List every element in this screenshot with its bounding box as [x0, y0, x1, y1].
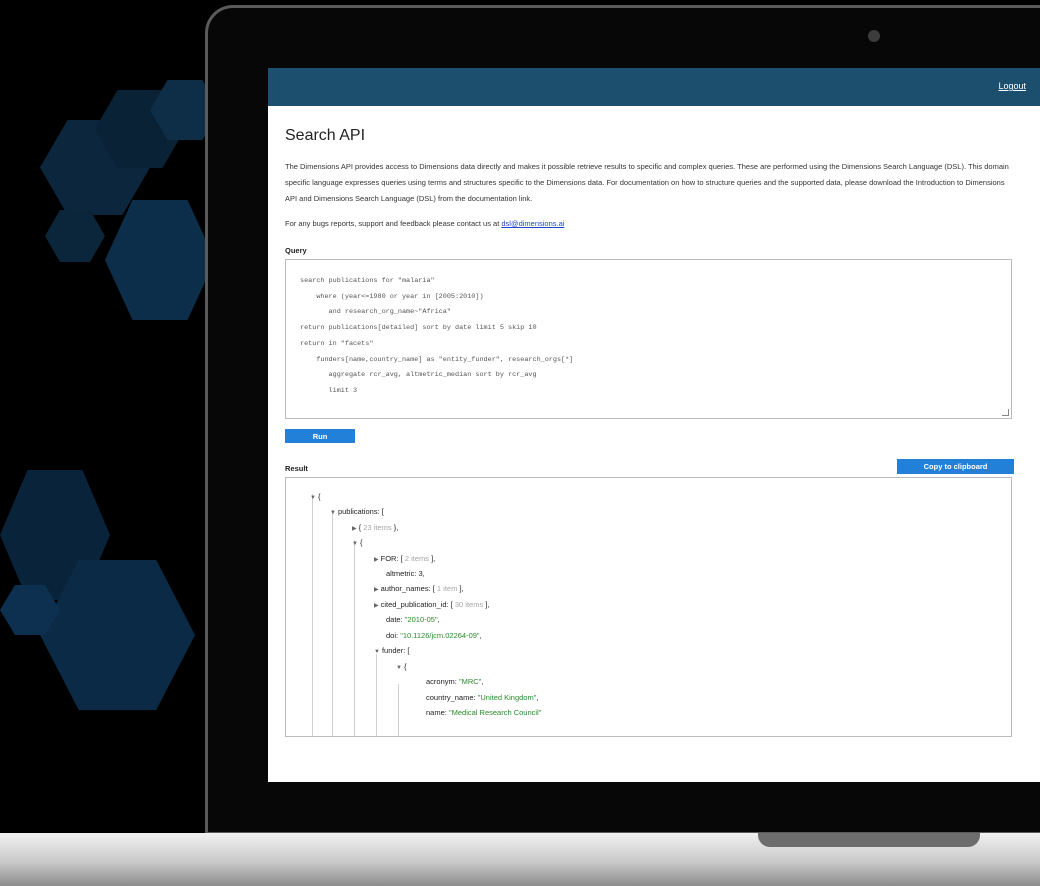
resize-handle-icon[interactable] — [1002, 409, 1009, 416]
collapse-triangle-icon[interactable]: ▼ — [396, 665, 402, 671]
result-label: Result — [285, 464, 308, 473]
contact-email-link[interactable]: dsl@dimensions.ai — [501, 219, 564, 228]
contact-text: For any bugs reports, support and feedba… — [285, 219, 1014, 228]
json-line: acronym: "MRC", — [426, 677, 484, 686]
json-line: country_name: "United Kingdom", — [426, 693, 539, 702]
json-line[interactable]: ▼ funder: [ — [374, 644, 409, 659]
collapse-triangle-icon[interactable]: ▼ — [330, 510, 336, 516]
page-title: Search API — [285, 127, 366, 144]
expand-triangle-icon[interactable]: ▶ — [374, 557, 379, 563]
query-line: where (year<=1980 or year in [2005:2010]… — [300, 292, 484, 301]
json-line: doi: "10.1126/jcm.02264-09", — [386, 631, 482, 640]
query-label: Query — [285, 246, 307, 255]
json-line[interactable]: ▶ cited_publication_id: [ 30 items ], — [374, 598, 489, 613]
json-line[interactable]: ▼{ — [352, 536, 362, 551]
query-line: and research_org_name~"Africa" — [300, 308, 451, 317]
json-line[interactable]: ▶{ 23 items }, — [352, 521, 398, 536]
json-line: name: "Medical Research Council" — [426, 708, 542, 717]
indent-guide — [376, 654, 377, 736]
indent-guide — [354, 540, 355, 736]
contact-prefix: For any bugs reports, support and feedba… — [285, 219, 502, 228]
query-line: funders[name,country_name] as "entity_fu… — [300, 355, 574, 364]
top-navbar: Logout — [268, 68, 1040, 106]
result-header: Result Copy to clipboard — [285, 459, 1014, 475]
json-line: altmetric: 3, — [386, 569, 425, 578]
collapse-triangle-icon[interactable]: ▼ — [310, 495, 316, 501]
query-line: return publications[detailed] sort by da… — [300, 324, 537, 333]
json-line[interactable]: ▼{ — [396, 660, 406, 675]
json-line: date: "2010-05", — [386, 615, 440, 624]
expand-triangle-icon[interactable]: ▶ — [374, 587, 379, 593]
indent-guide — [332, 510, 333, 736]
browser-screen: Logout Search API The Dimensions API pro… — [268, 68, 1040, 782]
indent-guide — [312, 494, 313, 736]
logout-link[interactable]: Logout — [998, 81, 1026, 91]
hexagon-decoration — [45, 210, 105, 262]
json-line[interactable]: ▶ FOR: [ 2 items ], — [374, 552, 435, 567]
query-textarea[interactable]: search publications for "malaria" where … — [285, 259, 1012, 419]
query-line: return in "facets" — [300, 339, 374, 348]
indent-guide — [398, 684, 399, 736]
main-content: Search API The Dimensions API provides a… — [268, 127, 1040, 737]
copy-to-clipboard-button[interactable]: Copy to clipboard — [897, 459, 1014, 474]
run-button[interactable]: Run — [285, 429, 355, 443]
json-line[interactable]: ▼ publications: [ — [330, 505, 384, 520]
expand-triangle-icon[interactable]: ▶ — [374, 603, 379, 609]
laptop-notch — [758, 833, 980, 847]
query-line: aggregate rcr_avg, altmetric_median sort… — [300, 371, 537, 380]
query-line: limit 3 — [300, 386, 358, 395]
camera-icon — [868, 30, 880, 42]
json-line[interactable]: ▶ author_names: [ 1 item ], — [374, 582, 464, 597]
query-line: search publications for "malaria" — [300, 277, 435, 285]
hexagon-decoration — [105, 200, 215, 320]
result-viewer: ▼{ ▼ publications: [ ▶{ 23 items }, ▼{ ▶ F… — [285, 477, 1012, 737]
json-line[interactable]: ▼{ — [310, 490, 320, 505]
collapse-triangle-icon[interactable]: ▼ — [374, 649, 380, 655]
expand-triangle-icon[interactable]: ▶ — [352, 526, 357, 532]
intro-text: The Dimensions API provides access to Di… — [285, 162, 1009, 203]
collapse-triangle-icon[interactable]: ▼ — [352, 541, 358, 547]
